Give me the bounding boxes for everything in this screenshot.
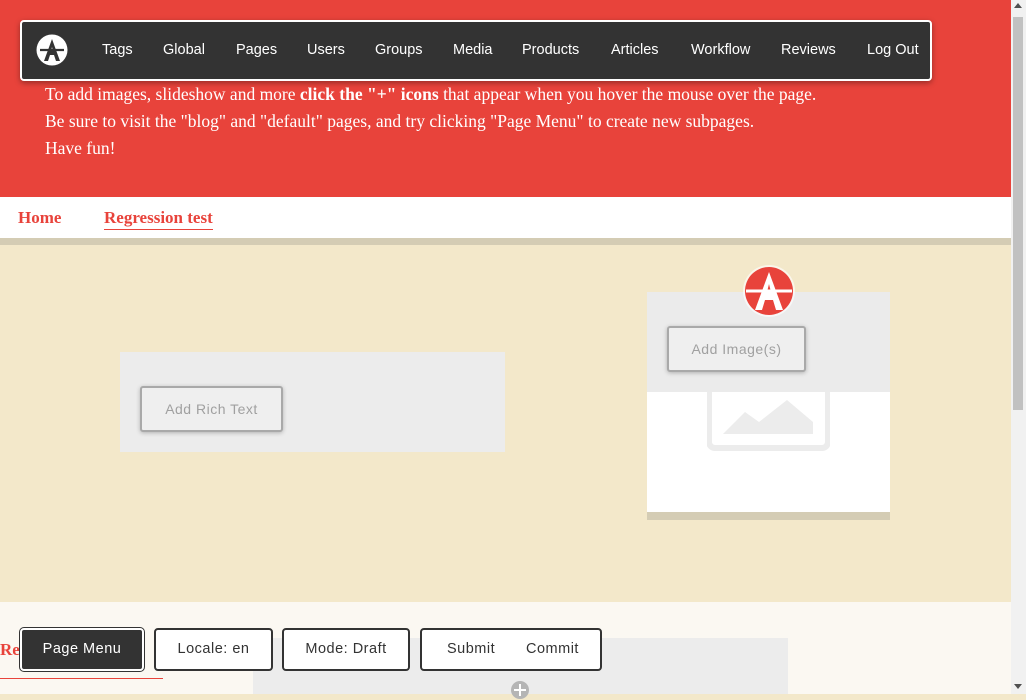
workflow-actions-group: Submit Commit [420,628,602,671]
lower-heading-fragment: Re [0,640,20,659]
apostrophe-logo-icon [743,265,795,317]
nav-home-link[interactable]: Home [18,208,61,228]
scroll-down-arrow-icon[interactable] [1014,684,1022,689]
image-widget-bottom-border [647,512,890,520]
admin-menu-workflow[interactable]: Workflow [691,22,750,79]
submit-button[interactable]: Submit [447,630,495,669]
lower-heading-underline [0,678,163,679]
admin-menu-media[interactable]: Media [453,22,493,79]
admin-menu-articles[interactable]: Articles [611,22,659,79]
scroll-up-arrow-icon[interactable] [1014,3,1022,8]
hero-line-1-post: that appear when you hover the mouse ove… [438,84,817,104]
admin-bar: Tags Global Pages Users Groups Media Pro… [20,20,932,81]
admin-menu-global[interactable]: Global [163,22,205,79]
admin-menu-logout[interactable]: Log Out [867,22,919,79]
hero-line-1: To add images, slideshow and more click … [45,81,816,108]
admin-menu-groups[interactable]: Groups [375,22,423,79]
add-rich-text-button[interactable]: Add Rich Text [140,386,283,432]
breadcrumb-nav: Home Regression test [0,197,1011,238]
scrollbar-thumb[interactable] [1013,17,1023,410]
commit-button[interactable]: Commit [526,630,579,669]
nav-regression-link[interactable]: Regression test [104,208,213,230]
add-images-button[interactable]: Add Image(s) [667,326,806,372]
admin-menu-pages[interactable]: Pages [236,22,277,79]
admin-menu-reviews[interactable]: Reviews [781,22,836,79]
mode-button[interactable]: Mode: Draft [282,628,410,671]
apostrophe-logo-icon[interactable] [36,34,68,66]
locale-button[interactable]: Locale: en [154,628,273,671]
add-widget-plus-icon[interactable] [510,680,530,700]
nav-divider [0,238,1011,245]
hero-text: To add images, slideshow and more click … [45,81,816,162]
page-menu-button[interactable]: Page Menu [20,628,144,671]
hero-line-3: Have fun! [45,138,116,158]
admin-menu-tags[interactable]: Tags [102,22,133,79]
image-placeholder-icon [707,392,830,451]
admin-menu-users[interactable]: Users [307,22,345,79]
hero-line-2: Be sure to visit the "blog" and "default… [45,111,755,131]
hero-line-1-bold: click the "+" icons [299,84,439,104]
admin-menu-products[interactable]: Products [522,22,579,79]
hero-line-1-pre: To add images, slideshow and more [45,84,300,104]
